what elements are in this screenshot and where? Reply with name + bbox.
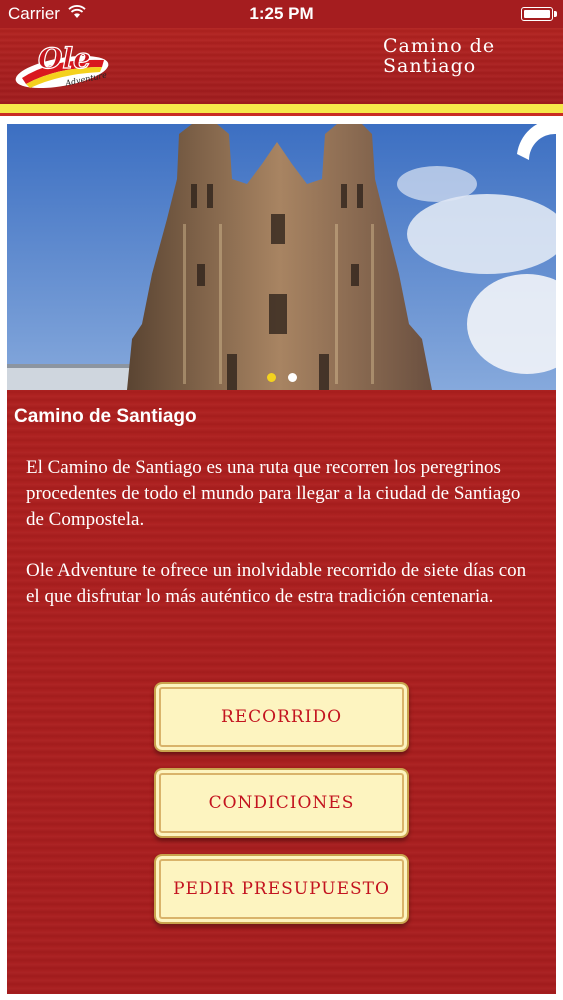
svg-text:Ole: Ole xyxy=(38,42,91,75)
page-title-line-2: Santiago xyxy=(383,55,477,77)
status-bar: Carrier 1:25 PM xyxy=(0,0,563,28)
pedir-presupuesto-button[interactable]: PEDIR PRESUPUESTO xyxy=(154,854,409,924)
page-title: Camino de Santiago xyxy=(383,36,543,76)
header-bar: Ole Adventure Camino de Santiago xyxy=(0,28,563,104)
carousel-pagination[interactable] xyxy=(7,373,556,382)
cathedral-photo xyxy=(7,124,556,390)
condiciones-button[interactable]: CONDICIONES xyxy=(154,768,409,838)
recorrido-button[interactable]: RECORRIDO xyxy=(154,682,409,752)
ole-adventure-logo[interactable]: Ole Adventure xyxy=(12,34,112,96)
header-divider xyxy=(0,104,563,116)
carousel-dot-1[interactable] xyxy=(266,373,276,382)
content-card: Camino de Santiago El Camino de Santiago… xyxy=(7,124,556,994)
description-paragraph-1: El Camino de Santiago es una ruta que re… xyxy=(26,457,521,530)
clock: 1:25 PM xyxy=(249,4,314,23)
hero-carousel[interactable] xyxy=(7,124,556,390)
carousel-dot-2[interactable] xyxy=(287,373,297,382)
battery-icon xyxy=(521,7,557,21)
page-title-line-1: Camino de xyxy=(383,35,496,57)
section-title: Camino de Santiago xyxy=(14,406,197,427)
description-paragraph-2: Ole Adventure te ofrece un inolvidable r… xyxy=(26,560,527,607)
